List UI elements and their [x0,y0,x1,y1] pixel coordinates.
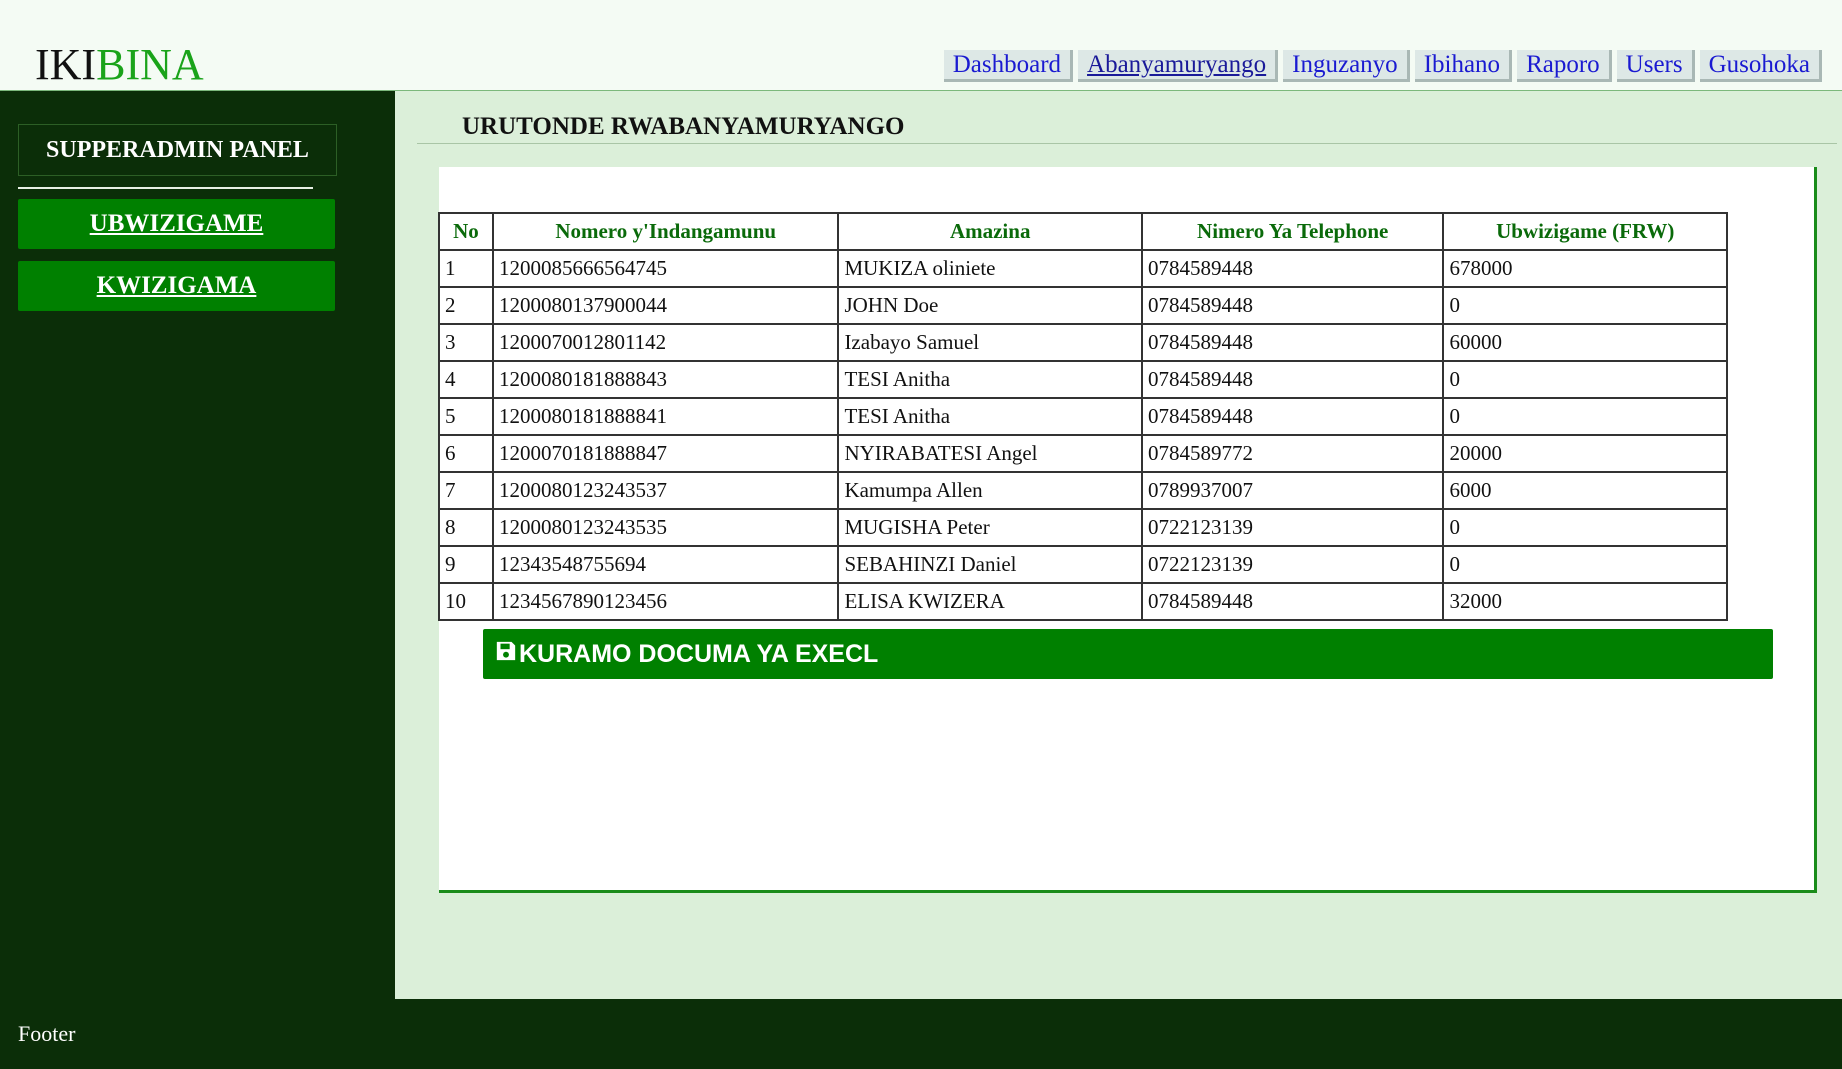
nav-dashboard[interactable]: Dashboard [943,50,1074,82]
cell-no: 7 [438,471,494,510]
cell-phone: 0784589448 [1140,323,1445,362]
title-divider [417,143,1837,144]
footer: Footer [0,999,1842,1069]
cell-names: TESI Anitha [837,360,1143,399]
col-header-phone: Nimero Ya Telephone [1140,212,1445,251]
cell-no: 6 [438,434,494,473]
top-nav: Dashboard Abanyamuryango Inguzanyo Ibiha… [943,50,1822,82]
cell-no: 10 [438,582,494,621]
members-table: No Nomero y'Indangamunu Amazina Nimero Y… [438,212,1728,621]
cell-names: MUKIZA oliniete [837,249,1143,288]
cell-no: 9 [438,545,494,584]
panel-divider [18,187,313,189]
cell-id-number: 1200080123243535 [491,508,840,547]
table-row: 8 1200080123243535 MUGISHA Peter 0722123139… [438,508,1728,547]
cell-savings: 0 [1442,508,1728,547]
table-row: 10 1234567890123456 ELISA KWIZERA 078458944… [438,582,1728,621]
cell-phone: 0784589448 [1140,360,1445,399]
nav-abanyamuryango[interactable]: Abanyamuryango [1078,50,1279,82]
nav-ibihano[interactable]: Ibihano [1414,50,1513,82]
cell-savings: 0 [1442,360,1728,399]
cell-names: MUGISHA Peter [837,508,1143,547]
cell-id-number: 1200070181888847 [491,434,840,473]
table-row: 6 1200070181888847 NYIRABATESI Angel 078458… [438,434,1728,473]
export-button-label: KURAMO DOCUMA YA EXECL [519,640,879,668]
sidebar: SUPPERADMIN PANEL UBWIZIGAME KWIZIGAMA [0,91,395,999]
page-title: URUTONDE RWABANYAMURYANGO [462,113,905,140]
col-header-savings: Ubwizigame (FRW) [1442,212,1728,251]
cell-names: TESI Anitha [837,397,1143,436]
cell-no: 2 [438,286,494,325]
cell-savings: 0 [1442,286,1728,325]
table-row: 5 1200080181888841 TESI Anitha 0784589448 0 [438,397,1728,436]
footer-text: Footer [18,1021,76,1046]
nav-inguzanyo[interactable]: Inguzanyo [1283,50,1410,82]
table-row: 3 1200070012801142 Izabayo Samuel 078458944… [438,323,1728,362]
logo-part-iki: IKI [35,40,97,89]
save-icon [495,629,519,679]
cell-names: NYIRABATESI Angel [837,434,1143,473]
cell-id-number: 1200080123243537 [491,471,840,510]
table-row: 2 1200080137900044 JOHN Doe 0784589448 0 [438,286,1728,325]
cell-phone: 0784589448 [1140,286,1445,325]
cell-no: 4 [438,360,494,399]
cell-no: 3 [438,323,494,362]
cell-savings: 6000 [1442,471,1728,510]
cell-phone: 0784589448 [1140,249,1445,288]
cell-phone: 0784589448 [1140,397,1445,436]
cell-names: Izabayo Samuel [837,323,1143,362]
cell-id-number: 1200070012801142 [491,323,840,362]
cell-savings: 0 [1442,545,1728,584]
cell-phone: 0722123139 [1140,545,1445,584]
table-row: 1 1200085666564745 MUKIZA oliniete 07845894… [438,249,1728,288]
cell-savings: 678000 [1442,249,1728,288]
ubwizigame-button[interactable]: UBWIZIGAME [18,199,335,249]
cell-phone: 0784589772 [1140,434,1445,473]
header: IKIBINA Dashboard Abanyamuryango Inguzan… [0,0,1842,91]
cell-savings: 32000 [1442,582,1728,621]
cell-phone: 0784589448 [1140,582,1445,621]
panel-title: SUPPERADMIN PANEL [18,124,337,176]
cell-names: JOHN Doe [837,286,1143,325]
cell-no: 1 [438,249,494,288]
cell-id-number: 1200080181888843 [491,360,840,399]
cell-savings: 60000 [1442,323,1728,362]
cell-id-number: 1200080181888841 [491,397,840,436]
table-row: 9 12343548755694 SEBAHINZI Daniel 072212313… [438,545,1728,584]
cell-names: ELISA KWIZERA [837,582,1143,621]
cell-savings: 20000 [1442,434,1728,473]
cell-id-number: 1200080137900044 [491,286,840,325]
cell-savings: 0 [1442,397,1728,436]
table-header-row: No Nomero y'Indangamunu Amazina Nimero Y… [438,212,1728,251]
kwizigama-button[interactable]: KWIZIGAMA [18,261,335,311]
cell-names: Kamumpa Allen [837,471,1143,510]
col-header-id-number: Nomero y'Indangamunu [491,212,840,251]
cell-id-number: 1200085666564745 [491,249,840,288]
nav-gusohoka[interactable]: Gusohoka [1699,50,1822,82]
nav-users[interactable]: Users [1616,50,1695,82]
cell-no: 5 [438,397,494,436]
col-header-names: Amazina [837,212,1143,251]
cell-phone: 0722123139 [1140,508,1445,547]
col-header-no: No [438,212,494,251]
cell-id-number: 12343548755694 [491,545,840,584]
table-row: 4 1200080181888843 TESI Anitha 0784589448 0 [438,360,1728,399]
table-row: 7 1200080123243537 Kamumpa Allen 0789937007… [438,471,1728,510]
logo[interactable]: IKIBINA [35,40,204,90]
logo-part-bina: BINA [96,40,204,89]
cell-id-number: 1234567890123456 [491,582,840,621]
export-excel-button[interactable]: KURAMO DOCUMA YA EXECL [483,629,1773,679]
cell-phone: 0789937007 [1140,471,1445,510]
cell-names: SEBAHINZI Daniel [837,545,1143,584]
cell-no: 8 [438,508,494,547]
nav-raporo[interactable]: Raporo [1517,50,1612,82]
